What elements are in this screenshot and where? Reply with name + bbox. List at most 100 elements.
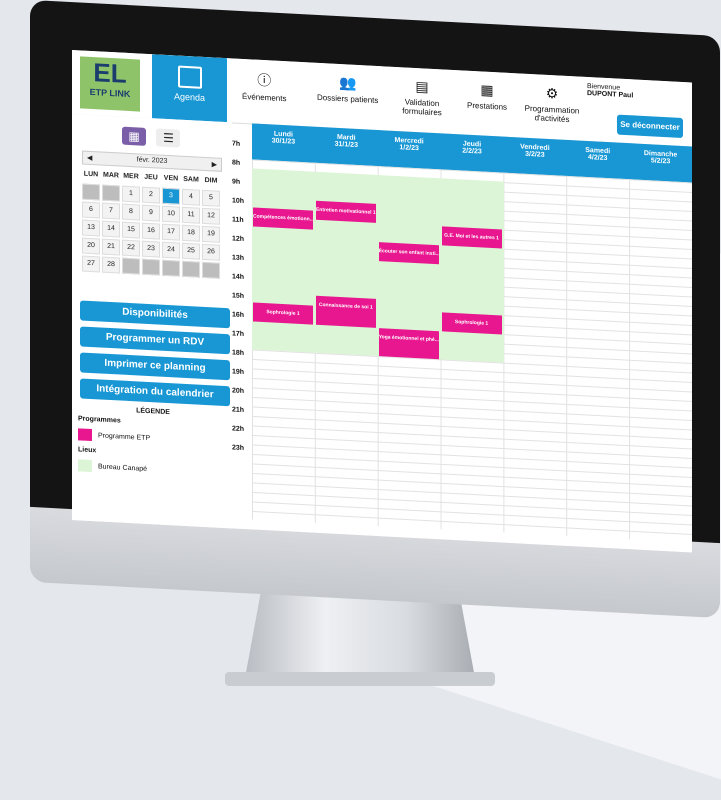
nav-agenda[interactable]: Agenda bbox=[152, 54, 227, 123]
view-toggle: ▦ ☰ bbox=[122, 126, 186, 148]
calendar-day[interactable]: 2 bbox=[142, 186, 160, 204]
calendar-day[interactable]: 21 bbox=[102, 238, 120, 256]
calendar-event[interactable]: G.E. Moi et les autres 1 bbox=[441, 226, 502, 249]
calendar-day[interactable]: 7 bbox=[102, 202, 120, 220]
calendar-day[interactable]: 5 bbox=[202, 189, 220, 207]
nav-programmation-label: Programmation d'activités bbox=[524, 103, 580, 125]
calendar-day[interactable]: 24 bbox=[162, 241, 180, 259]
calendar-day[interactable]: 22 bbox=[122, 239, 140, 257]
calendar-day[interactable]: 25 bbox=[182, 242, 200, 260]
hour-label: 19h bbox=[232, 368, 245, 377]
calendar-day[interactable]: 28 bbox=[102, 256, 120, 274]
day-header: Jeudi 2/2/23 bbox=[441, 133, 504, 172]
nav-evenements[interactable]: ⓘ Événements bbox=[242, 69, 286, 104]
programme-swatch bbox=[78, 428, 92, 442]
legend-programme-label: Programme ETP bbox=[98, 431, 151, 442]
nav-validation-label: Validation formulaires bbox=[402, 97, 442, 118]
programmer-rdv-button[interactable]: Programmer un RDV bbox=[80, 326, 230, 355]
legend-lieu-item: Bureau Canapé bbox=[78, 459, 228, 479]
nav-validation-formulaires[interactable]: ▤ Validation formulaires bbox=[397, 77, 447, 118]
app-logo[interactable]: EL ETP LINK bbox=[80, 56, 140, 112]
user-name: DUPONT Paul bbox=[587, 89, 634, 100]
integration-calendrier-button[interactable]: Intégration du calendrier bbox=[80, 378, 230, 407]
hour-label: 22h bbox=[232, 425, 245, 434]
alert-icon: ⓘ bbox=[257, 71, 272, 89]
day-header: Samedi 4/2/23 bbox=[566, 140, 629, 179]
legend-lieu-label: Bureau Canapé bbox=[98, 462, 148, 473]
prev-month-icon[interactable]: ◀ bbox=[87, 154, 92, 162]
welcome-block: Bienvenue DUPONT Paul bbox=[587, 83, 633, 99]
calendar-event[interactable]: Compétences émotionn... bbox=[253, 206, 313, 230]
weekday-label: MER bbox=[123, 172, 139, 181]
legend: LÉGENDE Programmes Programme ETP Lieux B… bbox=[78, 404, 228, 485]
logout-button[interactable]: Se déconnecter bbox=[617, 114, 683, 139]
calendar-day[interactable]: 10 bbox=[162, 205, 180, 223]
calendar-day[interactable]: 16 bbox=[142, 222, 160, 240]
day-header: Mardi 31/1/23 bbox=[315, 127, 378, 166]
sidebar: ▦ ☰ ◀ févr. 2023 ▶ LUN MAR MER JEU VEN SAM DIM… bbox=[72, 114, 232, 533]
presentation-icon: ▦ bbox=[480, 81, 494, 99]
day-header: Dimanche 5/2/23 bbox=[629, 143, 692, 182]
calendar-empty-cell bbox=[122, 257, 140, 275]
calendar-empty-cell bbox=[82, 183, 100, 201]
calendar-day[interactable]: 18 bbox=[182, 224, 200, 242]
calendar-event[interactable]: Connaissance de soi 1 bbox=[315, 295, 376, 328]
nav-agenda-label: Agenda bbox=[173, 91, 206, 103]
calendar-day[interactable]: 1 bbox=[122, 185, 140, 203]
calendar-day[interactable]: 20 bbox=[82, 237, 100, 255]
calendar-day[interactable]: 15 bbox=[122, 221, 140, 239]
calendar-day[interactable]: 8 bbox=[122, 203, 140, 221]
hour-label: 8h bbox=[232, 159, 241, 167]
calendar-day[interactable]: 3 bbox=[162, 187, 180, 205]
hour-label: 10h bbox=[232, 197, 245, 206]
calendar-event[interactable]: Yoga émotionnel et phé... bbox=[378, 327, 439, 360]
nav-programmation-activites[interactable]: ⚙ Programmation d'activités bbox=[522, 84, 582, 125]
nav-prestations-label: Prestations bbox=[467, 100, 508, 112]
grid-view-icon[interactable]: ▦ bbox=[122, 126, 146, 146]
logo-subtext: ETP LINK bbox=[89, 86, 131, 100]
calendar-day[interactable]: 23 bbox=[142, 240, 160, 258]
hour-label: 23h bbox=[232, 444, 245, 453]
hour-label: 20h bbox=[232, 387, 245, 396]
lieu-swatch bbox=[78, 459, 92, 473]
weekday-label: MAR bbox=[103, 171, 119, 180]
hour-label: 18h bbox=[232, 349, 245, 358]
hour-label: 15h bbox=[232, 292, 245, 301]
hour-label: 7h bbox=[232, 140, 241, 148]
calendar-day[interactable]: 4 bbox=[182, 188, 200, 206]
mini-calendar: ◀ févr. 2023 ▶ LUN MAR MER JEU VEN SAM DIM 1 2 3 4… bbox=[82, 150, 222, 279]
weekly-planner: Lundi 30/1/23 Mardi 31/1/23 Mercredi 1/2/23 Je… bbox=[232, 122, 692, 552]
hour-column: 7h 8h 9h 10h 11h 12h 13h 14h 15h 16h 17h 18h 19h 20h 2… bbox=[232, 140, 252, 464]
imprimer-planning-button[interactable]: Imprimer ce planning bbox=[80, 352, 230, 381]
calendar-day[interactable]: 11 bbox=[182, 206, 200, 224]
weekday-label: SAM bbox=[183, 175, 199, 184]
calendar-day[interactable]: 13 bbox=[82, 219, 100, 237]
calendar-day[interactable]: 26 bbox=[202, 243, 220, 261]
hour-label: 21h bbox=[232, 406, 245, 415]
calendar-empty-cell bbox=[142, 258, 160, 276]
calendar-day[interactable]: 6 bbox=[82, 201, 100, 219]
legend-lieux-title: Lieux bbox=[78, 446, 97, 455]
calendar-icon bbox=[177, 65, 202, 89]
calendar-day[interactable]: 9 bbox=[142, 204, 160, 222]
calendar-day[interactable]: 17 bbox=[162, 223, 180, 241]
day-header: Mercredi 1/2/23 bbox=[378, 130, 441, 169]
next-month-icon[interactable]: ▶ bbox=[212, 160, 217, 168]
calendar-day[interactable]: 19 bbox=[202, 225, 220, 243]
weekday-label: DIM bbox=[204, 176, 218, 185]
planner-grid[interactable]: Compétences émotionn... Entretien motivat… bbox=[252, 159, 692, 543]
activities-icon: ⚙ bbox=[545, 84, 559, 102]
calendar-event[interactable]: Écouter son enfant insti... bbox=[378, 242, 439, 265]
calendar-event[interactable]: Sophrologie 1 bbox=[253, 301, 313, 325]
calendar-event[interactable]: Sophrologie 1 bbox=[441, 311, 502, 335]
calendar-event[interactable]: Entretien motivationnel 1 bbox=[315, 200, 376, 223]
list-view-icon[interactable]: ☰ bbox=[156, 128, 181, 148]
hour-label: 14h bbox=[232, 273, 245, 282]
disponibilites-button[interactable]: Disponibilités bbox=[80, 300, 230, 329]
nav-dossiers-patients[interactable]: 👥 Dossiers patients bbox=[317, 73, 378, 105]
nav-prestations[interactable]: ▦ Prestations bbox=[467, 81, 508, 112]
calendar-day[interactable]: 14 bbox=[102, 220, 120, 238]
calendar-day[interactable]: 12 bbox=[202, 207, 220, 225]
day-header: Vendredi 3/2/23 bbox=[503, 137, 566, 176]
calendar-day[interactable]: 27 bbox=[82, 255, 100, 273]
